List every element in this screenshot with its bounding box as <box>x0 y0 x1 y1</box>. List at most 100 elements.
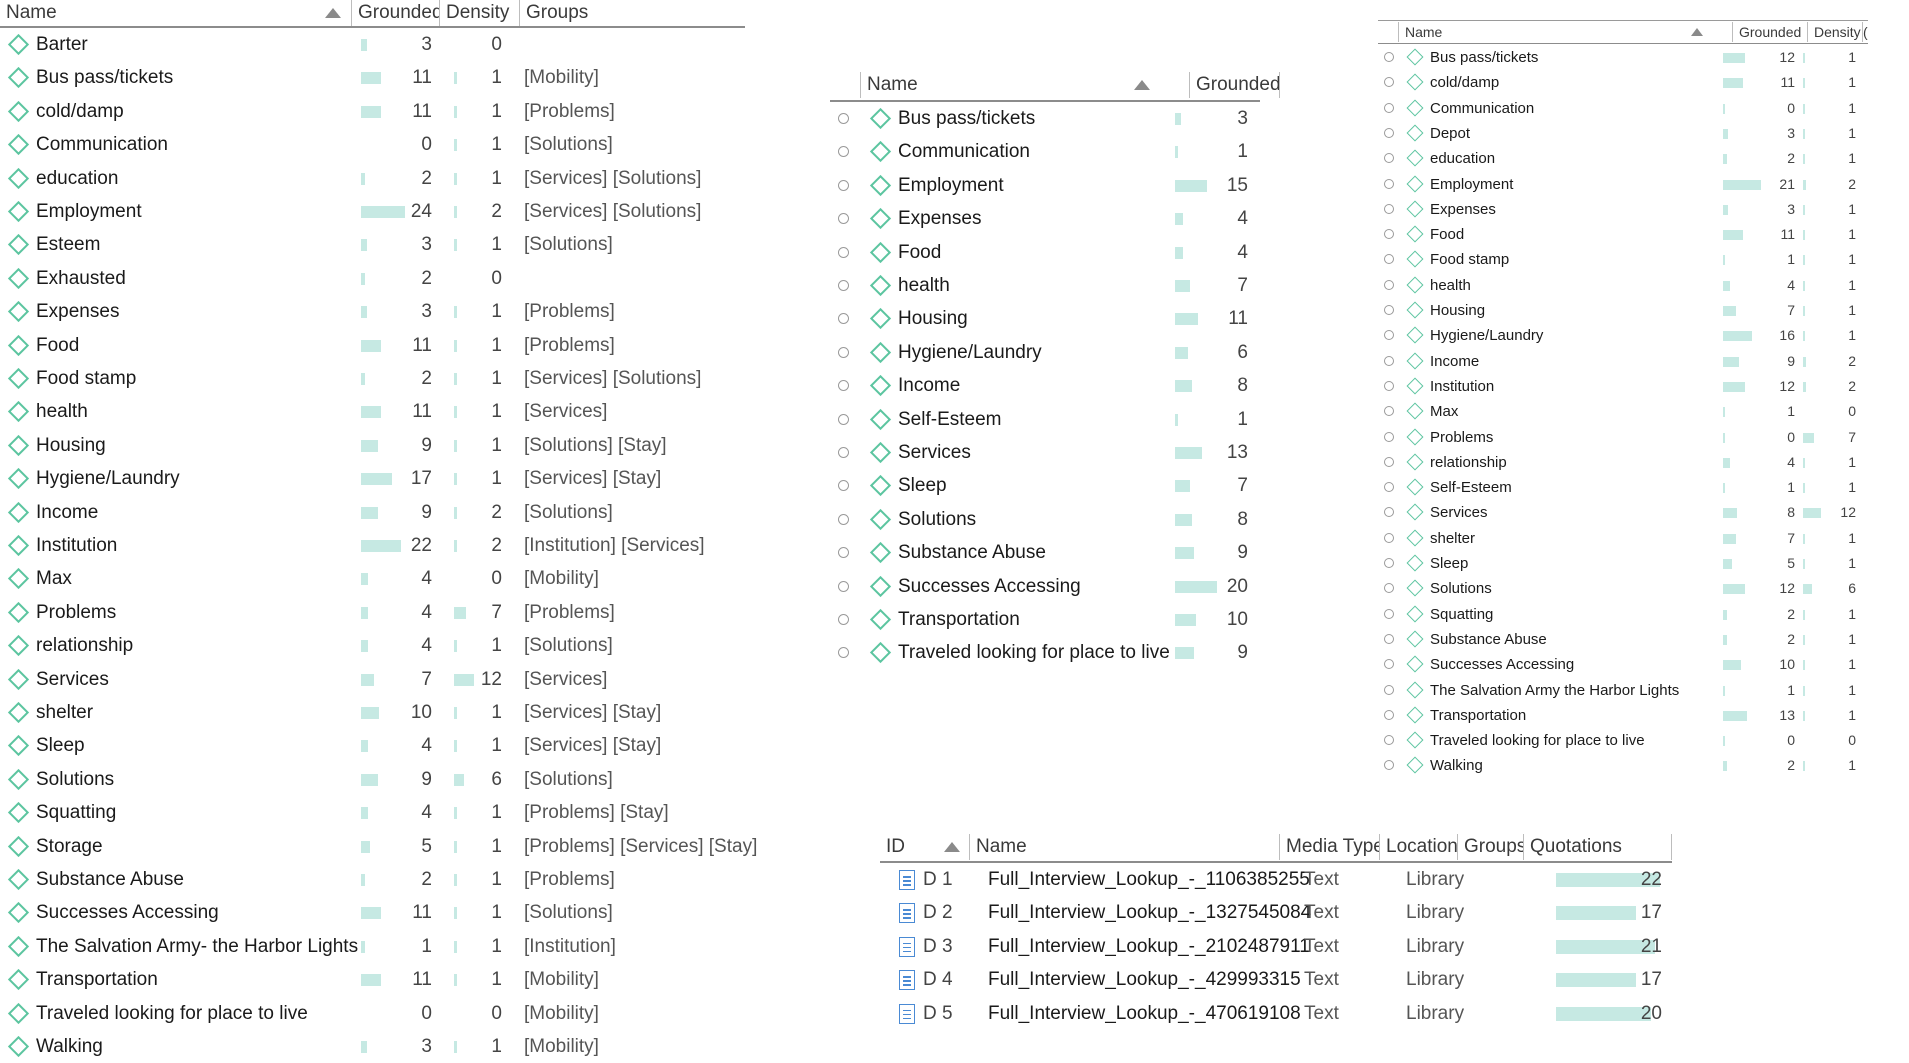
code-row[interactable]: Problems 0 7 <box>1378 425 1868 450</box>
select-radio[interactable] <box>838 179 849 191</box>
code-row[interactable]: Max 1 0 <box>1378 399 1868 424</box>
select-radio[interactable] <box>838 113 849 124</box>
code-row[interactable]: Employment 21 2 <box>1378 172 1868 197</box>
code-row[interactable]: Employment 15 <box>830 169 1260 202</box>
code-row[interactable]: Exhausted 2 0 <box>0 262 745 295</box>
code-row[interactable]: Self-Esteem 1 <box>830 403 1260 436</box>
code-row[interactable]: Bus pass/tickets 3 <box>830 102 1260 135</box>
code-row[interactable]: Transportation 10 <box>830 603 1260 636</box>
code-row[interactable]: Sleep 7 <box>830 469 1260 502</box>
code-row[interactable]: Successes Accessing 11 1 [Solutions] <box>0 896 745 929</box>
code-row[interactable]: cold/damp 11 1 <box>1378 70 1868 95</box>
column-header-density[interactable]: Density <box>440 0 520 26</box>
select-radio[interactable] <box>1384 760 1394 771</box>
document-row[interactable]: D 4 Full_Interview_Lookup_-_429993315 Text… <box>880 963 1672 996</box>
document-row[interactable]: D 3 Full_Interview_Lookup_-_2102487911 Tex… <box>880 930 1672 963</box>
code-row[interactable]: Successes Accessing 20 <box>830 570 1260 603</box>
column-header-grounded[interactable]: Grounded <box>1190 72 1280 98</box>
code-row[interactable]: Institution 22 2 [Institution] [Services] <box>0 529 745 562</box>
code-row[interactable]: Income 9 2 [Solutions] <box>0 496 745 529</box>
select-radio[interactable] <box>838 246 849 258</box>
code-row[interactable]: education 2 1 <box>1378 146 1868 171</box>
code-row[interactable]: Institution 12 2 <box>1378 374 1868 399</box>
select-radio[interactable] <box>1384 709 1394 720</box>
select-radio[interactable] <box>1384 52 1394 62</box>
code-row[interactable]: Hygiene/Laundry 17 1 [Services] [Stay] <box>0 462 745 495</box>
select-radio[interactable] <box>1384 684 1394 695</box>
code-row[interactable]: Food stamp 2 1 [Services] [Solutions] <box>0 362 745 395</box>
code-row[interactable]: Food 4 <box>830 236 1260 269</box>
code-row[interactable]: Squatting 2 1 <box>1378 602 1868 627</box>
select-radio[interactable] <box>1384 406 1394 417</box>
select-radio[interactable] <box>838 213 849 225</box>
code-row[interactable]: Traveled looking for place to live 0 0 <box>1378 728 1868 753</box>
select-radio[interactable] <box>1384 532 1394 543</box>
code-row[interactable]: Income 8 <box>830 369 1260 402</box>
code-row[interactable]: The Salvation Army- the Harbor Lights 1 1 [… <box>0 930 745 963</box>
sort-ascending-icon[interactable] <box>325 8 341 18</box>
column-header-grounded[interactable]: Grounded <box>1733 22 1808 42</box>
select-radio[interactable] <box>838 614 849 625</box>
code-row[interactable]: Hygiene/Laundry 6 <box>830 336 1260 369</box>
code-row[interactable]: health 7 <box>830 269 1260 302</box>
code-row[interactable]: Food 11 1 <box>1378 222 1868 247</box>
code-row[interactable]: education 2 1 [Services] [Solutions] <box>0 162 745 195</box>
column-header-location[interactable]: Location <box>1380 834 1458 860</box>
column-header-groups[interactable]: Groups <box>520 0 745 26</box>
select-radio[interactable] <box>1384 330 1394 341</box>
code-row[interactable]: Walking 3 1 [Mobility] <box>0 1030 745 1063</box>
select-radio[interactable] <box>1384 305 1394 315</box>
select-radio[interactable] <box>838 280 849 291</box>
column-header-density[interactable]: Density <box>1808 22 1863 42</box>
code-row[interactable]: health 4 1 <box>1378 273 1868 298</box>
code-row[interactable]: Esteem 3 1 [Solutions] <box>0 228 745 261</box>
code-row[interactable]: Housing 7 1 <box>1378 298 1868 323</box>
code-row[interactable]: Traveled looking for place to live 9 <box>830 636 1260 669</box>
code-row[interactable]: Solutions 12 6 <box>1378 576 1868 601</box>
code-row[interactable]: Solutions 9 6 [Solutions] <box>0 763 745 796</box>
code-row[interactable]: Sleep 5 1 <box>1378 551 1868 576</box>
select-radio[interactable] <box>1384 178 1394 189</box>
code-row[interactable]: Substance Abuse 2 1 <box>1378 627 1868 652</box>
code-row[interactable]: Substance Abuse 2 1 [Problems] <box>0 863 745 896</box>
select-radio[interactable] <box>1384 659 1394 670</box>
code-row[interactable]: Sleep 4 1 [Services] [Stay] <box>0 729 745 762</box>
select-radio[interactable] <box>838 413 849 425</box>
code-row[interactable]: Substance Abuse 9 <box>830 536 1260 569</box>
code-row[interactable]: The Salvation Army the Harbor Lights 1 1 <box>1378 678 1868 703</box>
select-radio[interactable] <box>1384 279 1394 290</box>
code-row[interactable]: Self-Esteem 1 1 <box>1378 475 1868 500</box>
code-row[interactable]: Problems 4 7 [Problems] <box>0 596 745 629</box>
code-row[interactable]: Solutions 8 <box>830 503 1260 536</box>
code-row[interactable]: Max 4 0 [Mobility] <box>0 562 745 595</box>
code-row[interactable]: Traveled looking for place to live 0 0 [Mob… <box>0 997 745 1030</box>
select-radio[interactable] <box>1384 735 1394 746</box>
code-row[interactable]: Expenses 3 1 [Problems] <box>0 295 745 328</box>
select-radio[interactable] <box>838 647 849 659</box>
select-radio[interactable] <box>1384 380 1394 391</box>
select-radio[interactable] <box>838 380 849 392</box>
column-header-name[interactable]: Name <box>1398 22 1733 42</box>
code-row[interactable]: Transportation 13 1 <box>1378 703 1868 728</box>
select-radio[interactable] <box>838 447 849 458</box>
code-row[interactable]: Successes Accessing 10 1 <box>1378 652 1868 677</box>
select-radio[interactable] <box>1384 507 1394 518</box>
column-header-grounded[interactable]: Grounded <box>352 0 440 26</box>
select-radio[interactable] <box>1384 558 1394 568</box>
code-row[interactable]: health 11 1 [Services] <box>0 395 745 428</box>
select-radio[interactable] <box>1384 203 1394 214</box>
code-row[interactable]: Services 8 12 <box>1378 500 1868 525</box>
select-radio[interactable] <box>838 513 849 525</box>
code-row[interactable]: Bus pass/tickets 12 1 <box>1378 45 1868 70</box>
code-row[interactable]: Food 11 1 [Problems] <box>0 329 745 362</box>
code-row[interactable]: shelter 10 1 [Services] [Stay] <box>0 696 745 729</box>
code-row[interactable]: Communication 0 1 <box>1378 96 1868 121</box>
select-radio[interactable] <box>1384 456 1394 467</box>
select-radio[interactable] <box>838 547 849 559</box>
select-radio[interactable] <box>838 313 849 325</box>
sort-ascending-icon[interactable] <box>1691 28 1703 36</box>
code-row[interactable]: Services 13 <box>830 436 1260 469</box>
select-radio[interactable] <box>1384 355 1394 366</box>
select-radio[interactable] <box>838 146 849 158</box>
select-radio[interactable] <box>838 580 849 592</box>
